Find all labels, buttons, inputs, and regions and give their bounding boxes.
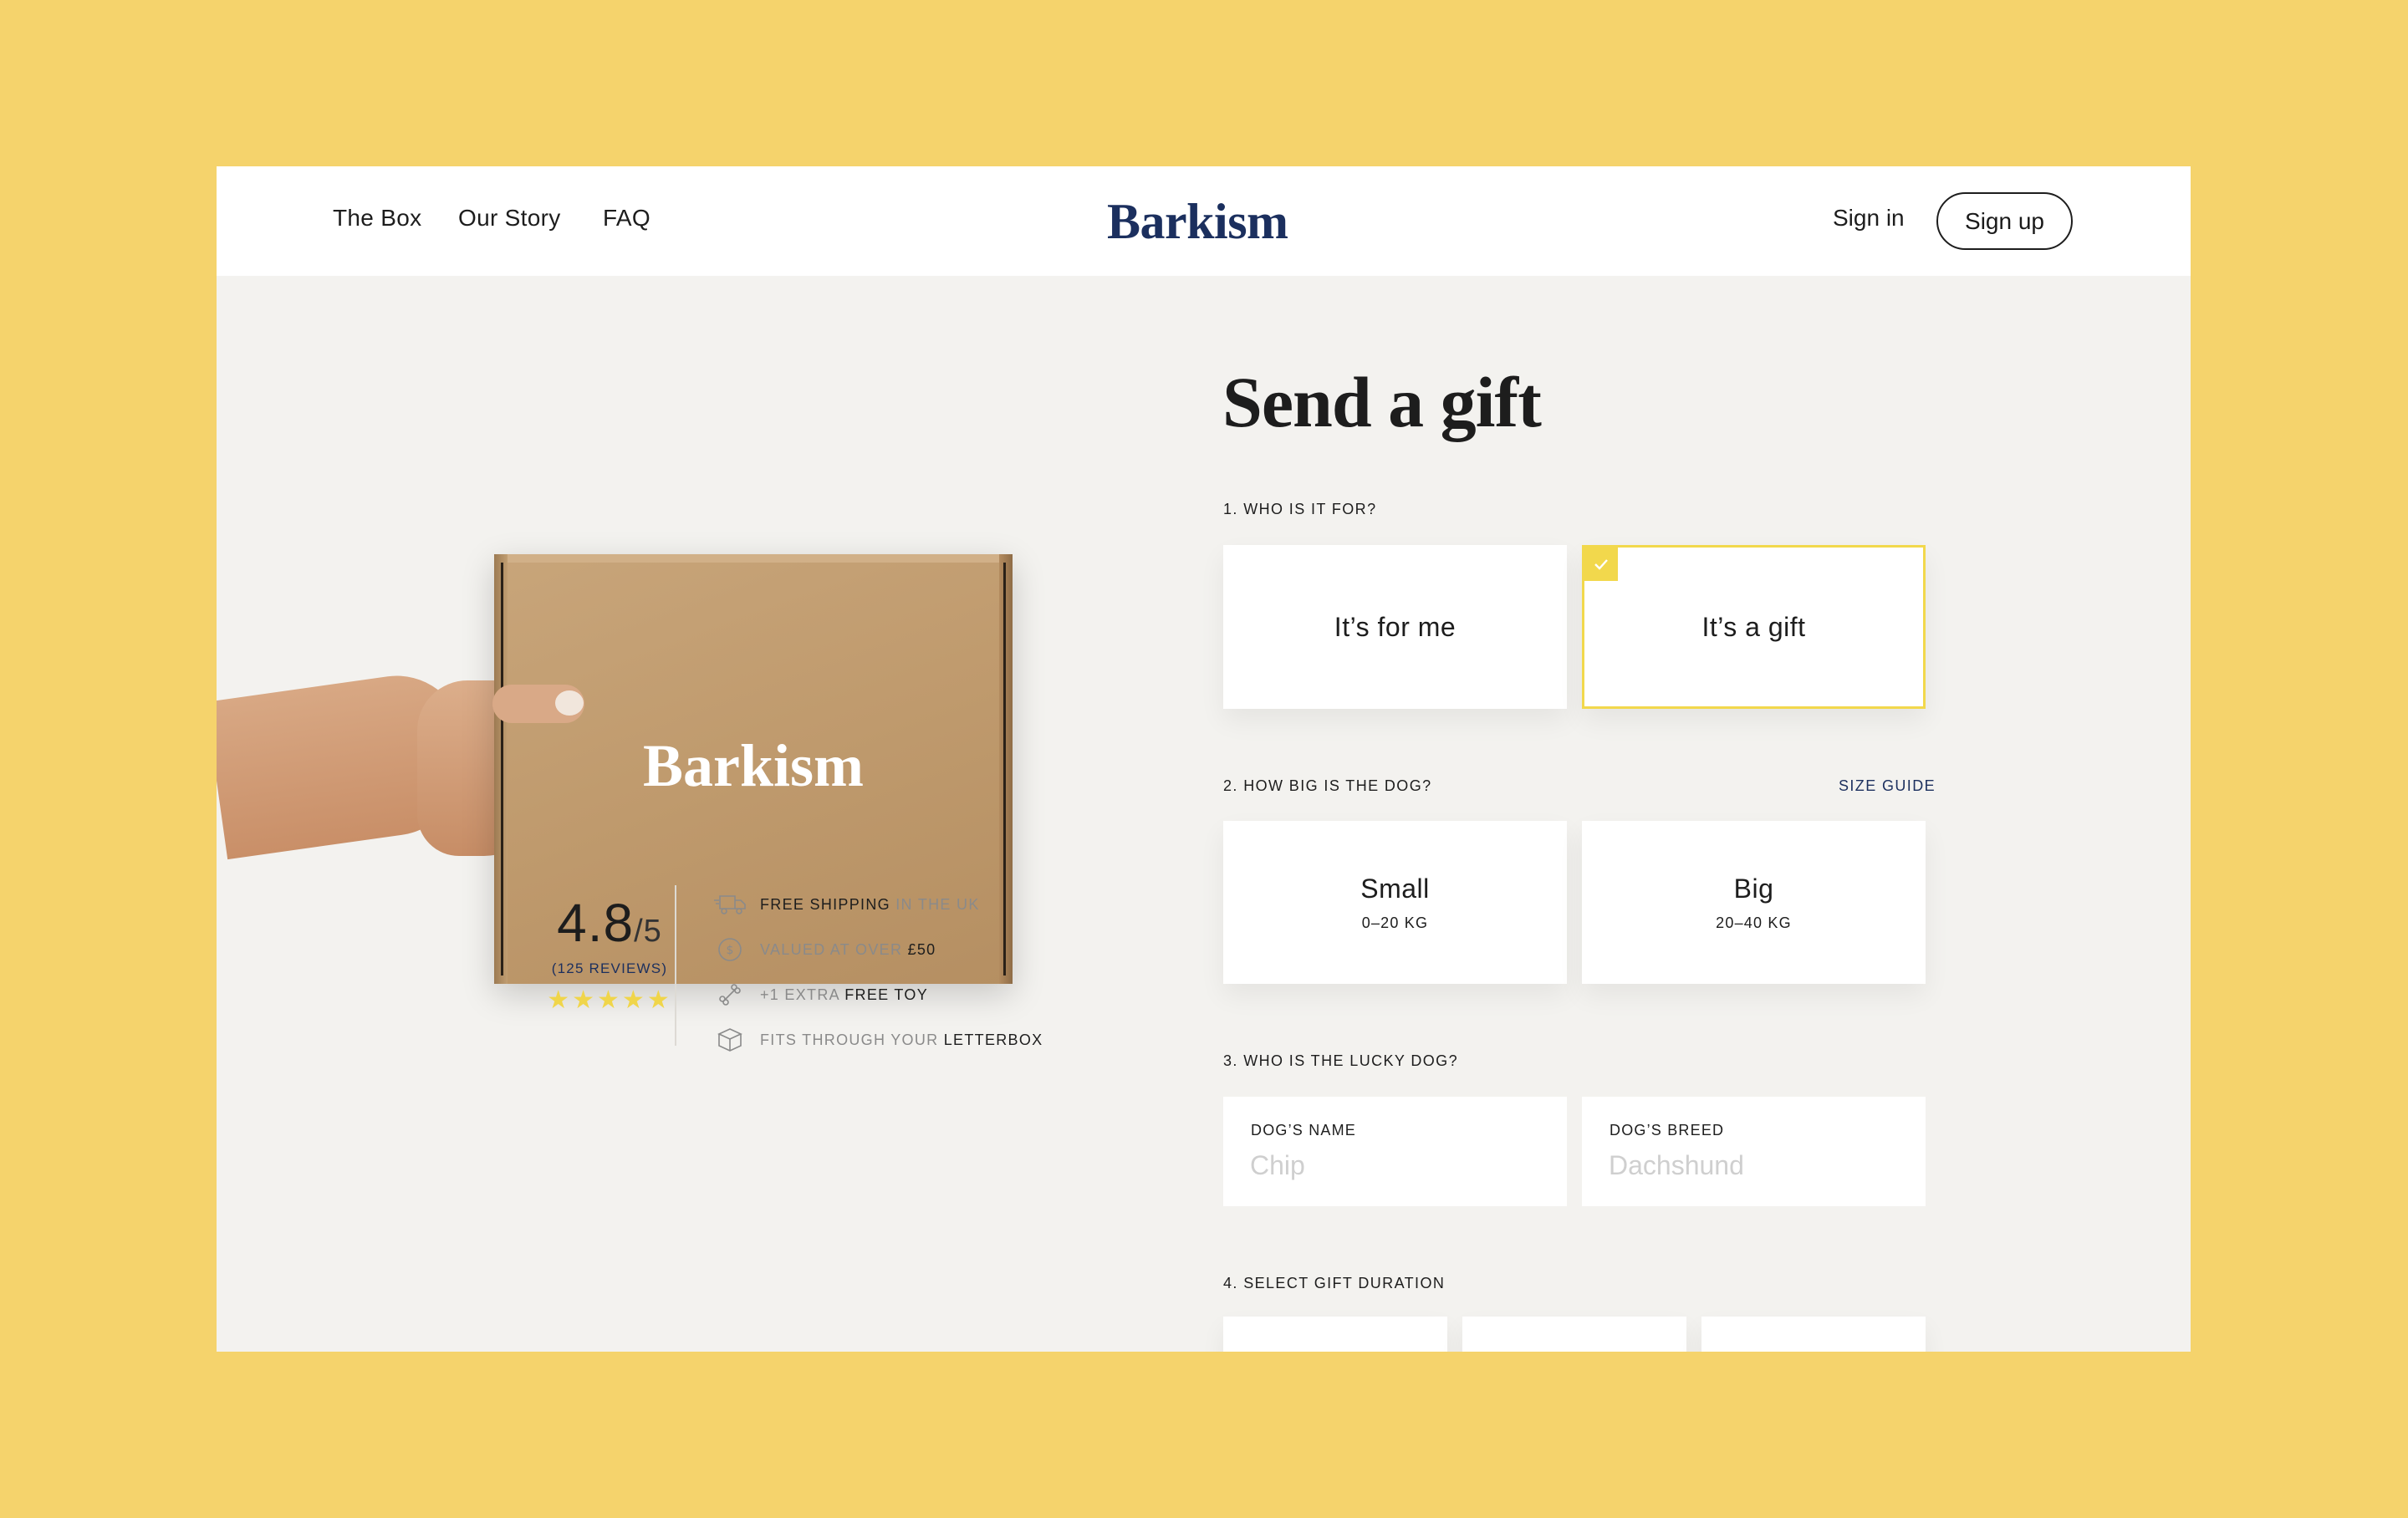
- perk-item: +1 EXTRA FREE TOY: [713, 972, 1043, 1017]
- option-gift[interactable]: It’s a gift: [1582, 545, 1926, 709]
- page-frame: The Box Our Story FAQ Barkism Sign in Si…: [217, 166, 2191, 1352]
- reviews-link[interactable]: (125 REVIEWS): [492, 960, 727, 977]
- dog-breed-field[interactable]: DOG’S BREED: [1582, 1097, 1926, 1206]
- nav-link-our-story[interactable]: Our Story: [458, 205, 561, 232]
- sign-in-link[interactable]: Sign in: [1833, 205, 1905, 232]
- rating-score: 4.8/5: [557, 893, 662, 953]
- duration-option[interactable]: [1701, 1317, 1926, 1352]
- box-logo: Barkism: [642, 732, 865, 799]
- brand-logo[interactable]: Barkism: [1107, 193, 1288, 251]
- perk-item: FREE SHIPPING IN THE UK: [713, 882, 1043, 927]
- dog-breed-input[interactable]: [1609, 1150, 1893, 1181]
- dog-name-input[interactable]: [1250, 1150, 1534, 1181]
- sign-up-button[interactable]: Sign up: [1936, 192, 2073, 250]
- size-big-option[interactable]: Big 20–40 KG: [1582, 821, 1926, 984]
- divider: [675, 885, 676, 1046]
- question-who-for: 1. WHO IS IT FOR?: [1223, 501, 1377, 517]
- perk-item: $ VALUED AT OVER £50: [713, 927, 1043, 972]
- nav-link-the-box[interactable]: The Box: [333, 205, 421, 232]
- checkmark-icon: [1584, 548, 1618, 581]
- perks-list: FREE SHIPPING IN THE UK $ VALUED AT OVER…: [713, 882, 1043, 1062]
- star-rating: ★★★★★: [547, 986, 672, 1014]
- option-for-me[interactable]: It’s for me: [1223, 545, 1567, 709]
- size-small-option[interactable]: Small 0–20 KG: [1223, 821, 1567, 984]
- size-guide-link[interactable]: SIZE GUIDE: [1839, 777, 1936, 795]
- perk-item: FITS THROUGH YOUR LETTERBOX: [713, 1017, 1043, 1062]
- duration-option[interactable]: [1223, 1317, 1447, 1352]
- box-icon: [713, 1026, 747, 1053]
- bone-icon: [713, 981, 747, 1008]
- thumbnail-nail: [555, 690, 584, 716]
- nav-link-faq[interactable]: FAQ: [603, 205, 650, 232]
- page-title: Send a gift: [1222, 362, 1542, 442]
- dog-name-field[interactable]: DOG’S NAME: [1223, 1097, 1567, 1206]
- duration-option[interactable]: [1462, 1317, 1686, 1352]
- rating-block: 4.8/5 (125 REVIEWS) ★★★★★: [492, 892, 727, 1015]
- top-nav: The Box Our Story FAQ Barkism Sign in Si…: [217, 166, 2191, 276]
- question-gift-duration: 4. SELECT GIFT DURATION: [1223, 1275, 1446, 1291]
- coin-icon: $: [713, 936, 747, 963]
- question-dog-size: 2. HOW BIG IS THE DOG?: [1223, 777, 1432, 794]
- question-lucky-dog: 3. WHO IS THE LUCKY DOG?: [1223, 1052, 1458, 1069]
- truck-icon: [713, 891, 747, 918]
- svg-text:$: $: [727, 944, 734, 957]
